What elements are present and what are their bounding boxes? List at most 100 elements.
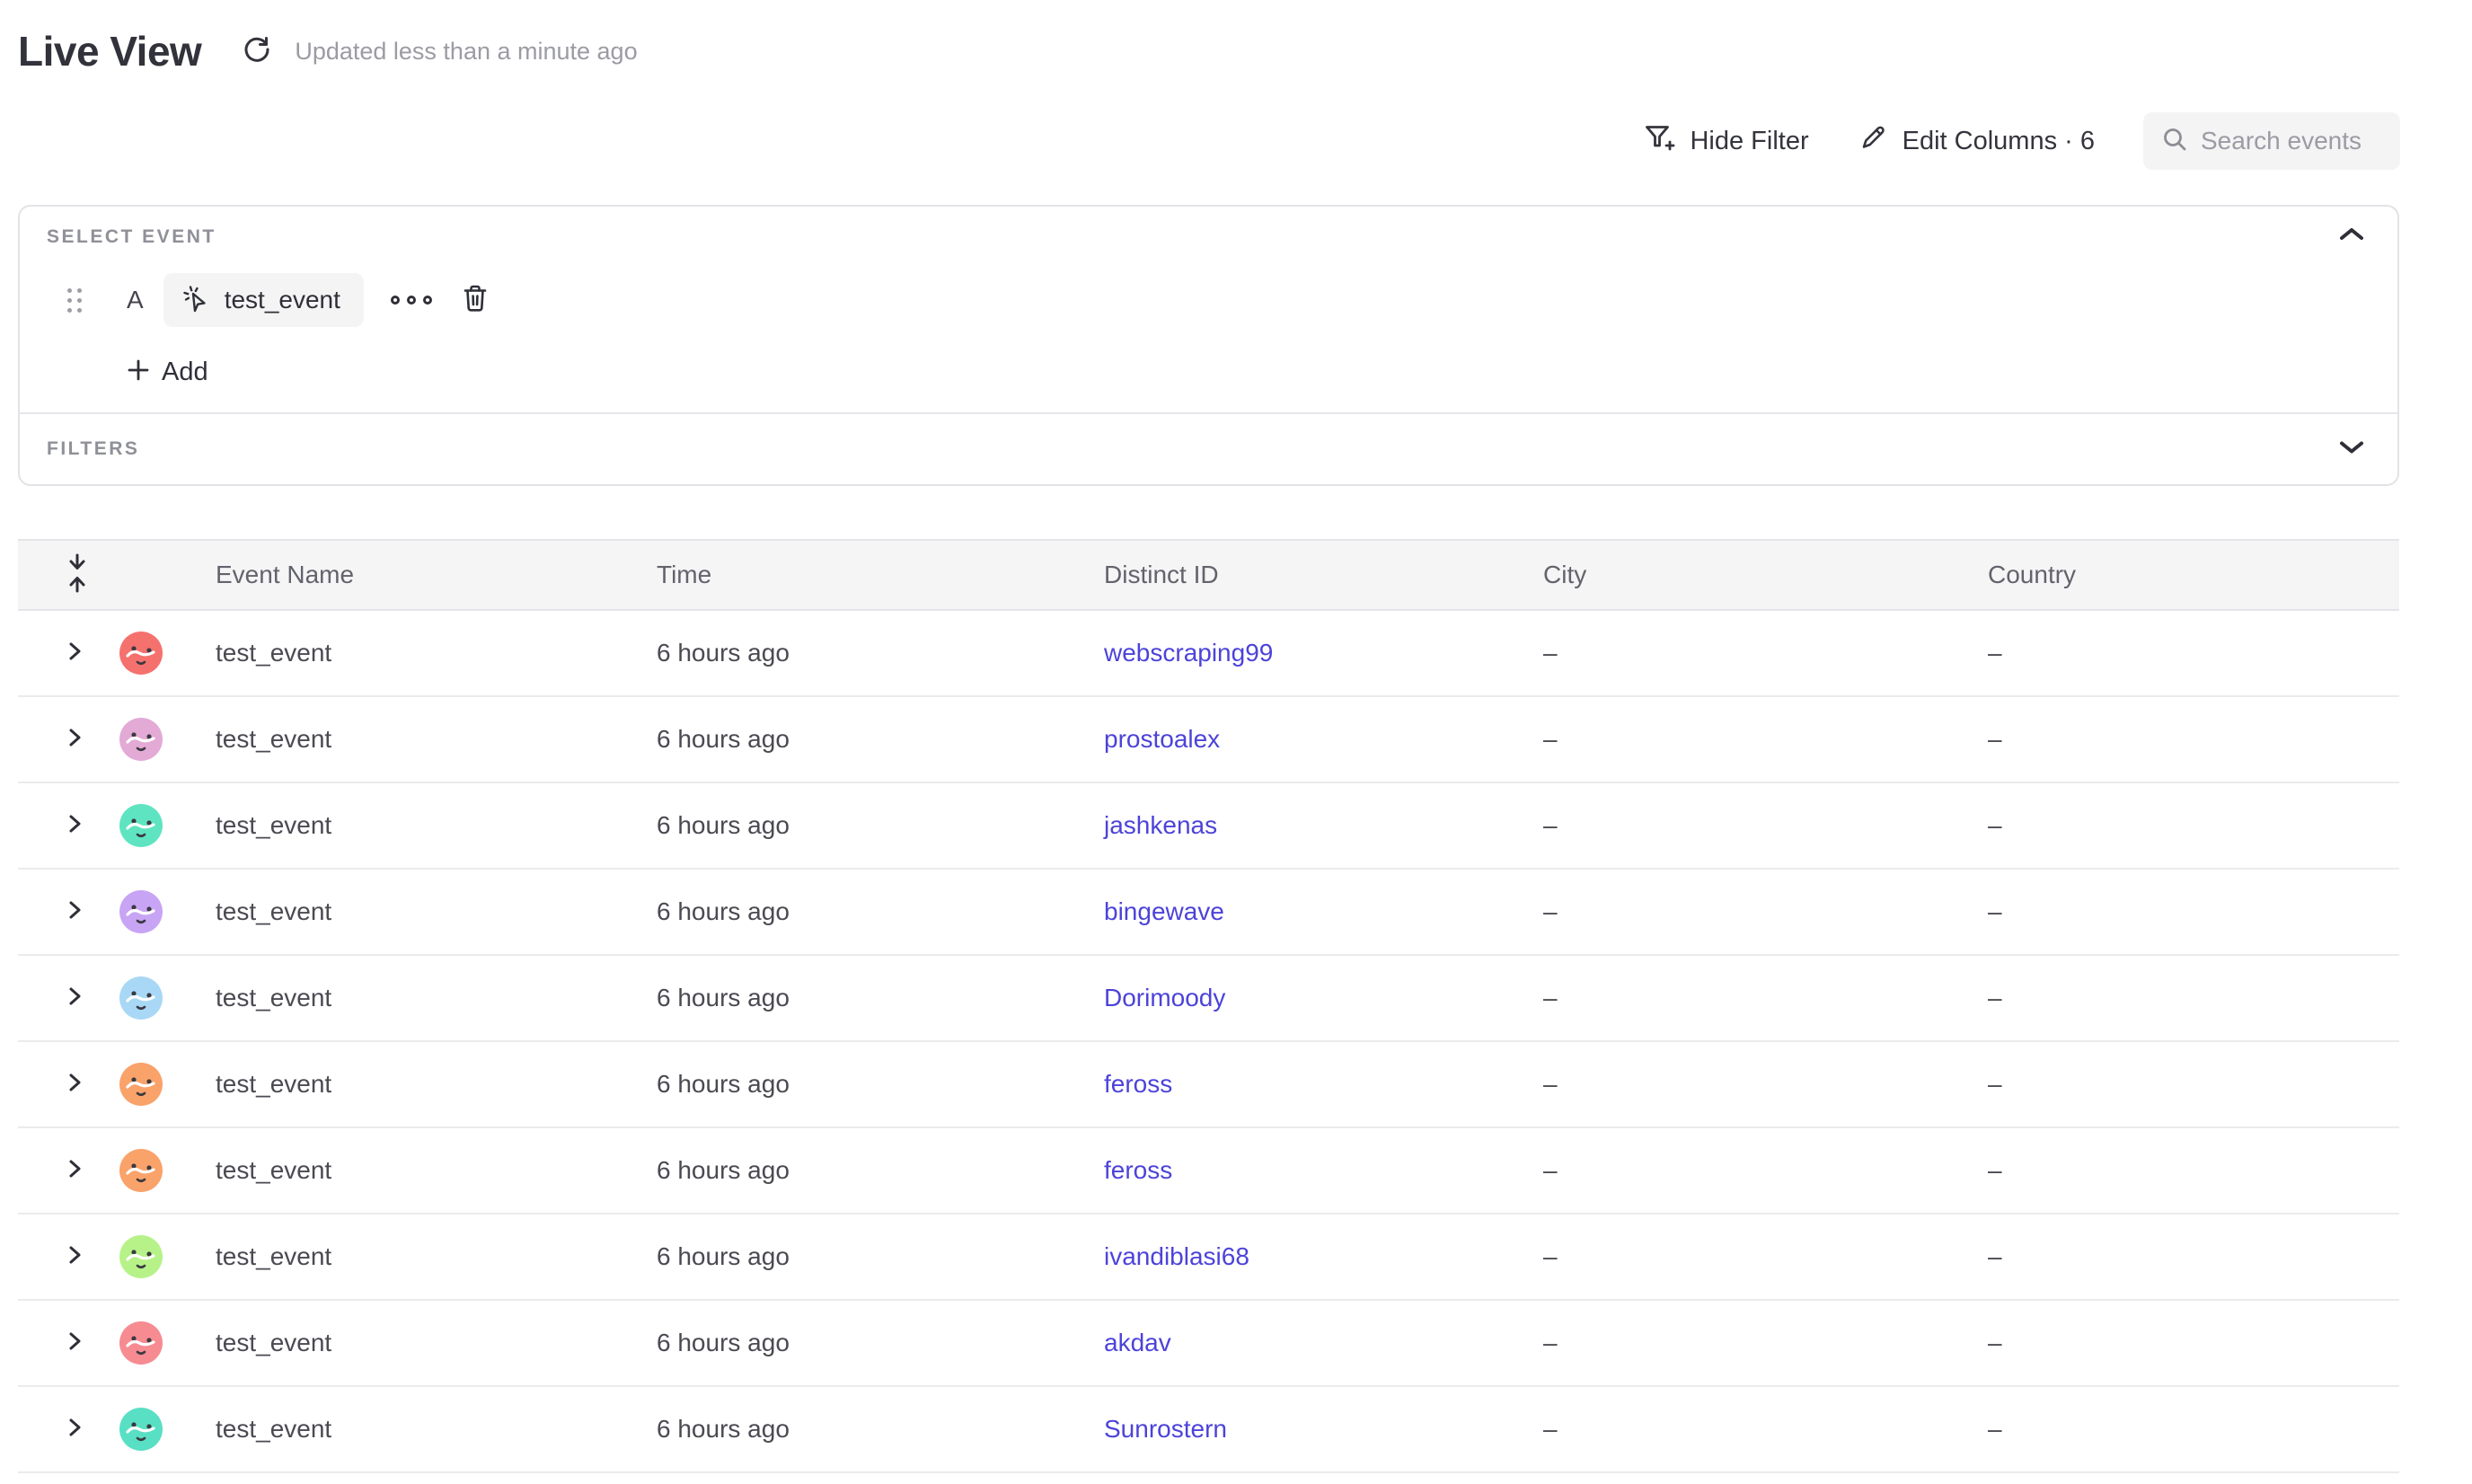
avatar[interactable] <box>119 1235 163 1278</box>
filter-plus-icon <box>1643 122 1675 160</box>
chevron-right-icon <box>63 898 86 926</box>
more-options-button[interactable] <box>385 290 437 310</box>
expand-filters-button[interactable] <box>2338 439 2365 460</box>
add-label: Add <box>162 358 208 387</box>
collapse-rows-icon <box>65 552 90 598</box>
expand-row-button[interactable] <box>63 1387 86 1471</box>
expand-row-button[interactable] <box>63 1215 86 1299</box>
expand-row-button[interactable] <box>63 783 86 868</box>
avatar[interactable] <box>119 632 163 675</box>
select-event-label: SELECT EVENT <box>47 226 216 248</box>
distinct-id-link[interactable]: Sunrostern <box>1104 1387 1227 1471</box>
expand-row-button[interactable] <box>63 611 86 695</box>
search-icon <box>2161 126 2188 157</box>
time-cell: 6 hours ago <box>657 1387 790 1471</box>
expand-row-button[interactable] <box>63 870 86 954</box>
event-name-cell: test_event <box>216 870 331 954</box>
table-row: test_event 6 hours ago jashkenas – – <box>18 783 2399 870</box>
event-name-cell: test_event <box>216 783 331 868</box>
avatar[interactable] <box>119 1149 163 1192</box>
distinct-id-link[interactable]: ivandiblasi68 <box>1104 1215 1249 1299</box>
country-cell: – <box>1988 783 2002 868</box>
table-row: test_event 6 hours ago feross – – <box>18 1128 2399 1215</box>
hide-filter-label: Hide Filter <box>1690 127 1808 156</box>
city-cell: – <box>1543 611 1558 695</box>
search-input[interactable] <box>2201 127 2380 155</box>
distinct-id-link[interactable]: prostoalex <box>1104 697 1220 782</box>
time-cell: 6 hours ago <box>657 1042 790 1126</box>
distinct-id-link[interactable]: feross <box>1104 1128 1172 1213</box>
edit-columns-label: Edit Columns · 6 <box>1903 127 2095 156</box>
city-cell: – <box>1543 783 1558 868</box>
country-cell: – <box>1988 956 2002 1040</box>
city-cell: – <box>1543 1301 1558 1385</box>
edit-columns-button[interactable]: Edit Columns · 6 <box>1858 122 2095 160</box>
drag-handle-icon[interactable] <box>67 288 82 313</box>
chevron-right-icon <box>63 1157 86 1185</box>
distinct-id-link[interactable]: bingewave <box>1104 870 1224 954</box>
event-name-cell: test_event <box>216 1301 331 1385</box>
expand-row-button[interactable] <box>63 1042 86 1126</box>
event-name-cell: test_event <box>216 1042 331 1126</box>
city-cell: – <box>1543 1387 1558 1471</box>
event-query-row: A test_event <box>20 271 490 329</box>
chevron-right-icon <box>63 985 86 1012</box>
avatar[interactable] <box>119 1063 163 1106</box>
event-name-cell: test_event <box>216 611 331 695</box>
time-cell: 6 hours ago <box>657 1215 790 1299</box>
country-cell: – <box>1988 1215 2002 1299</box>
chevron-right-icon <box>63 812 86 840</box>
collapse-rows-button[interactable] <box>65 541 90 609</box>
avatar[interactable] <box>119 1321 163 1365</box>
event-select-chip[interactable]: test_event <box>163 273 364 327</box>
hide-filter-button[interactable]: Hide Filter <box>1643 122 1808 160</box>
city-cell: – <box>1543 956 1558 1040</box>
series-letter: A <box>127 286 144 314</box>
expand-row-button[interactable] <box>63 697 86 782</box>
chevron-down-icon <box>2338 439 2365 460</box>
country-cell: – <box>1988 870 2002 954</box>
refresh-icon <box>243 35 271 68</box>
table-rows: test_event 6 hours ago webscraping99 – –… <box>18 611 2399 1473</box>
column-header-country: Country <box>1988 541 2076 609</box>
city-cell: – <box>1543 870 1558 954</box>
avatar[interactable] <box>119 976 163 1020</box>
distinct-id-link[interactable]: akdav <box>1104 1301 1171 1385</box>
city-cell: – <box>1543 1215 1558 1299</box>
event-name-cell: test_event <box>216 1215 331 1299</box>
column-header-distinct-id: Distinct ID <box>1104 541 1219 609</box>
plus-icon <box>126 358 151 387</box>
avatar[interactable] <box>119 718 163 761</box>
city-cell: – <box>1543 1128 1558 1213</box>
table-row: test_event 6 hours ago prostoalex – – <box>18 697 2399 783</box>
pencil-icon <box>1858 122 1888 160</box>
distinct-id-link[interactable]: Dorimoody <box>1104 956 1225 1040</box>
time-cell: 6 hours ago <box>657 956 790 1040</box>
expand-row-button[interactable] <box>63 1301 86 1385</box>
table-row: test_event 6 hours ago ivandiblasi68 – – <box>18 1215 2399 1301</box>
chevron-right-icon <box>63 1071 86 1099</box>
select-event-section: SELECT EVENT A test_event <box>20 207 2397 412</box>
table-row: test_event 6 hours ago akdav – – <box>18 1301 2399 1387</box>
avatar[interactable] <box>119 1408 163 1451</box>
expand-row-button[interactable] <box>63 956 86 1040</box>
country-cell: – <box>1988 611 2002 695</box>
distinct-id-link[interactable]: jashkenas <box>1104 783 1217 868</box>
expand-row-button[interactable] <box>63 1128 86 1213</box>
add-event-button[interactable]: Add <box>126 343 208 401</box>
column-header-city: City <box>1543 541 1586 609</box>
chevron-right-icon <box>63 1416 86 1444</box>
delete-event-button[interactable] <box>461 283 490 318</box>
filters-section: FILTERS <box>20 412 2397 484</box>
distinct-id-link[interactable]: webscraping99 <box>1104 611 1273 695</box>
events-table: Event Name Time Distinct ID City Country… <box>18 539 2399 1473</box>
refresh-button[interactable] <box>243 35 271 68</box>
avatar[interactable] <box>119 890 163 933</box>
table-row: test_event 6 hours ago bingewave – – <box>18 870 2399 956</box>
table-row: test_event 6 hours ago Dorimoody – – <box>18 956 2399 1042</box>
page-title: Live View <box>18 27 201 75</box>
collapse-section-button[interactable] <box>2338 226 2365 247</box>
chevron-right-icon <box>63 1329 86 1357</box>
distinct-id-link[interactable]: feross <box>1104 1042 1172 1126</box>
avatar[interactable] <box>119 804 163 847</box>
